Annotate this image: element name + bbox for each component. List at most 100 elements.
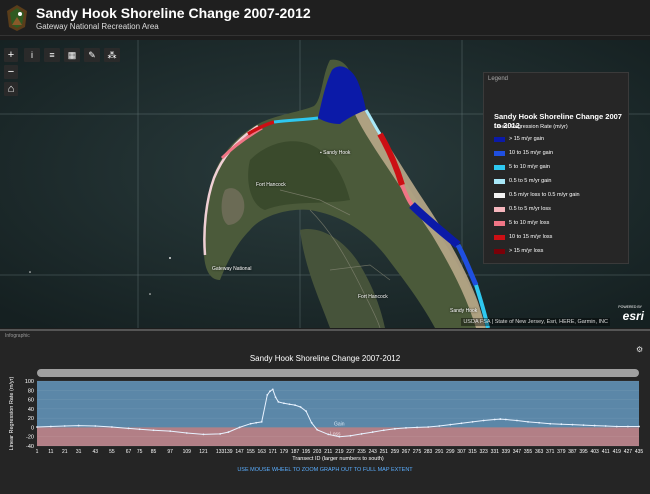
legend-swatch	[494, 136, 505, 142]
x-tick-label: 291	[435, 449, 444, 455]
legend-swatch	[494, 164, 505, 170]
data-point	[169, 430, 172, 433]
legend-label: > 15 m/yr gain	[509, 136, 545, 142]
data-point	[111, 426, 113, 428]
data-point	[299, 406, 302, 408]
data-point	[269, 390, 271, 393]
legend-label: > 15 m/yr loss	[509, 248, 544, 254]
data-point	[327, 433, 330, 436]
x-tick-label: 179	[280, 449, 289, 455]
x-tick-label: 371	[546, 449, 555, 455]
map-label-fort-hancock: Fort Hancock	[256, 182, 286, 188]
x-tick-label: 299	[446, 449, 455, 455]
x-tick-label: 331	[491, 449, 500, 455]
legend-item: 0.5 to 5 m/yr gain	[494, 177, 552, 185]
legend-swatch	[494, 178, 505, 184]
x-tick-label: 195	[302, 449, 311, 455]
x-tick-label: 121	[199, 449, 208, 455]
x-tick-label: 275	[413, 449, 422, 455]
x-tick-label: 139	[224, 449, 233, 455]
map-label-gnra: Gateway National	[212, 266, 252, 272]
basemap-gallery-icon[interactable]: ▦	[64, 48, 80, 62]
data-point	[77, 424, 80, 427]
layers-icon[interactable]: ≡	[44, 48, 60, 62]
data-point	[593, 424, 596, 427]
map-label-fort-hancock-2: Fort Hancock	[358, 294, 388, 300]
share-icon[interactable]: ⁂	[104, 48, 120, 62]
measure-icon[interactable]: ✎	[84, 48, 100, 62]
map-view[interactable]: + − ⌂ i ≡ ▦ ✎ ⁂ ▪ Sandy Hook Fort Hancoc…	[0, 40, 650, 328]
app-title: Sandy Hook Shoreline Change 2007-2012	[36, 5, 311, 21]
data-point	[527, 420, 529, 423]
x-tick-label: 411	[602, 449, 610, 455]
x-tick-label: 403	[590, 449, 599, 455]
data-point	[277, 400, 280, 403]
x-tick-label: 11	[48, 449, 53, 455]
x-tick-label: 419	[613, 449, 622, 455]
home-button[interactable]: ⌂	[4, 82, 18, 96]
x-tick-label: 31	[76, 449, 82, 455]
x-tick-label: 395	[579, 449, 588, 455]
legend-item: > 15 m/yr loss	[494, 247, 543, 255]
x-tick-label: 259	[391, 449, 400, 455]
shoreline-change-chart[interactable]: 100806040200-20-401 11 21 31 43 55 67 75 85 97 109…	[0, 377, 650, 467]
x-tick-label: 267	[402, 449, 411, 455]
info-icon[interactable]: i	[24, 48, 40, 62]
map-label-lighthouse: ▪ Sandy Hook	[320, 150, 351, 156]
map-label-sandy-hook: Sandy Hook	[450, 308, 478, 314]
data-point	[36, 426, 38, 428]
data-point	[266, 394, 269, 396]
data-point	[582, 424, 585, 427]
data-point	[382, 429, 385, 432]
zoom-hint: USE MOUSE WHEEL TO ZOOM GRAPH OUT TO FUL…	[237, 467, 413, 473]
legend-label: 10 to 15 m/yr loss	[509, 234, 553, 240]
chart-zoom-slider[interactable]	[37, 369, 639, 377]
data-point	[499, 418, 502, 420]
data-point	[493, 418, 496, 421]
x-tick-label: 85	[151, 449, 157, 455]
legend-item: 10 to 15 m/yr gain	[494, 149, 553, 157]
x-tick-label: 227	[346, 449, 355, 455]
data-point	[271, 388, 274, 391]
loss-label: Loss	[330, 431, 341, 437]
zoom-in-button[interactable]: +	[4, 48, 18, 62]
x-tick-label: 1	[36, 449, 39, 455]
legend-swatch	[494, 220, 505, 226]
y-tick-label: 60	[28, 398, 34, 404]
gear-icon[interactable]: ⚙	[636, 345, 643, 354]
data-point	[460, 422, 463, 425]
esri-logo[interactable]: esri	[623, 309, 644, 323]
legend-swatch	[494, 192, 505, 198]
x-tick-label: 339	[502, 449, 511, 455]
data-point	[638, 425, 640, 428]
y-tick-label: 0	[31, 425, 34, 431]
x-tick-label: 163	[258, 449, 267, 455]
data-point	[202, 433, 205, 436]
x-tick-label: 133	[216, 449, 225, 455]
data-point	[393, 427, 396, 430]
x-tick-label: 355	[524, 449, 533, 455]
data-point	[427, 426, 430, 428]
y-tick-label: 100	[25, 379, 34, 385]
y-tick-label: 80	[28, 388, 34, 394]
legend-swatch	[494, 248, 505, 254]
data-point	[516, 419, 518, 422]
x-tick-label: 43	[92, 449, 98, 455]
data-point	[294, 404, 296, 407]
data-point	[63, 425, 66, 427]
x-tick-label: 97	[167, 449, 173, 455]
legend-swatch	[494, 206, 505, 212]
data-point	[310, 421, 313, 424]
zoom-out-button[interactable]: −	[4, 65, 18, 79]
data-point	[627, 425, 629, 428]
legend-item: 0.5 to 5 m/yr loss	[494, 205, 551, 213]
map-attribution: USDA FSA | State of New Jersey, Esri, HE…	[461, 318, 610, 326]
zoom-controls: + − ⌂	[4, 48, 18, 96]
data-point	[560, 423, 563, 426]
x-tick-label: 187	[291, 449, 300, 455]
legend-field-name: Linear Regression Rate (m/yr)	[494, 124, 568, 130]
data-point	[371, 431, 374, 433]
data-point	[127, 427, 130, 430]
data-point	[260, 420, 263, 423]
nps-arrowhead-logo-icon	[7, 5, 27, 31]
